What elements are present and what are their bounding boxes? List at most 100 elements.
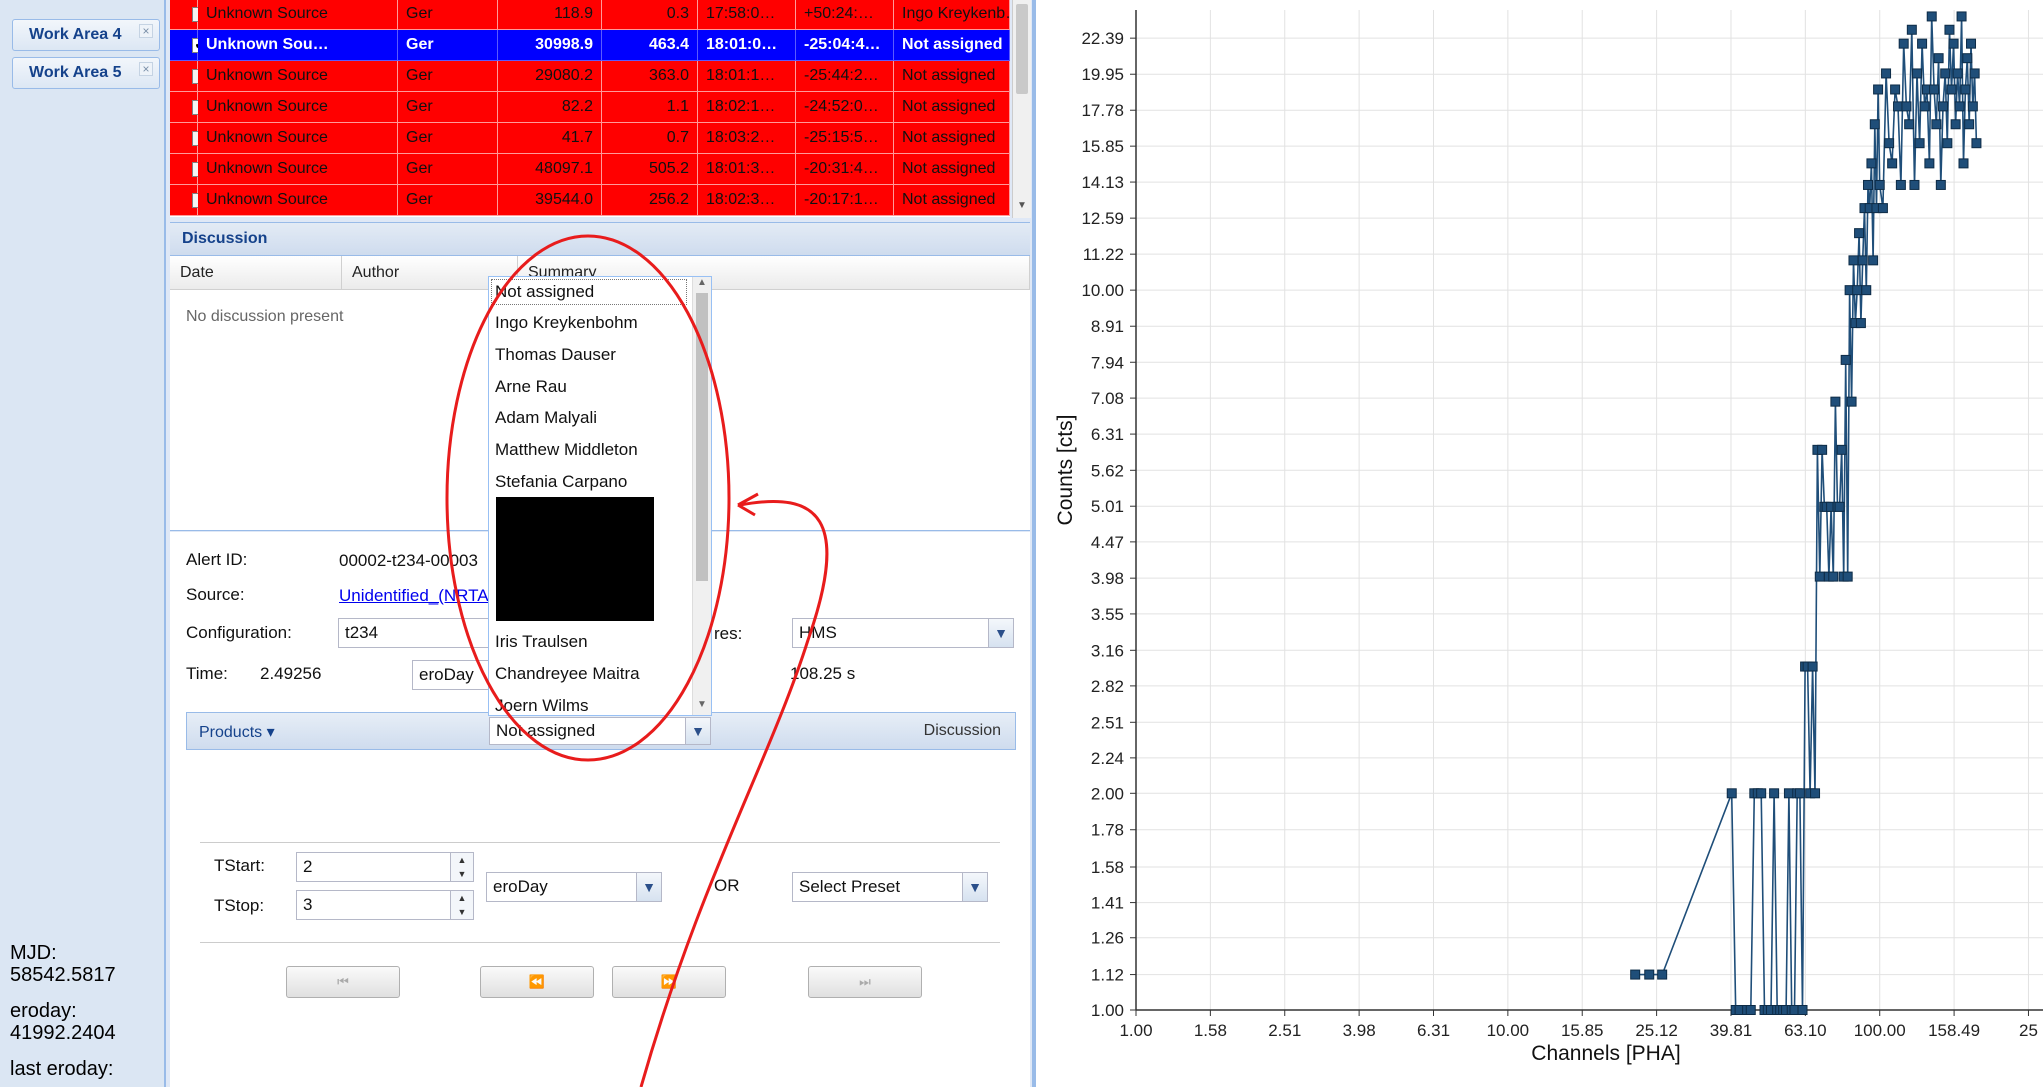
y-tick-label: 1.12 bbox=[1091, 966, 1124, 985]
y-tick-label: 15.85 bbox=[1081, 137, 1124, 156]
eroday-label: eroday: bbox=[10, 1000, 77, 1022]
first-page-button[interactable]: ⏮ bbox=[286, 966, 400, 998]
y-tick-label: 7.94 bbox=[1091, 353, 1124, 372]
work-area-4-tab[interactable]: Work Area 4 × bbox=[12, 19, 160, 51]
dropdown-option[interactable]: Matthew Middleton bbox=[495, 440, 638, 460]
assignee-cell: Not assigned bbox=[894, 92, 1010, 123]
spinner-icon[interactable]: ▲ ▼ bbox=[450, 853, 473, 881]
data-point bbox=[1797, 1005, 1808, 1015]
data-point bbox=[1935, 179, 1946, 190]
y-tick-label: 3.98 bbox=[1091, 569, 1124, 588]
data-point bbox=[1887, 158, 1898, 169]
y-tick-label: 22.39 bbox=[1081, 29, 1124, 48]
dropdown-option[interactable]: Iris Traulsen bbox=[495, 632, 588, 652]
close-icon[interactable]: × bbox=[139, 24, 153, 38]
table-row[interactable]: ✓Unknown Sou…Ger30998.9463.418:01:0…-25:… bbox=[170, 30, 1010, 61]
data-point bbox=[1942, 138, 1953, 149]
table-row[interactable]: Unknown Source Ger 29080.2 363.0 18:01:1… -25… bbox=[170, 61, 1010, 92]
y-tick-label: 3.16 bbox=[1091, 641, 1124, 660]
dropdown-option[interactable]: Joern Wilms bbox=[495, 696, 589, 715]
data-point bbox=[1958, 158, 1969, 169]
y-tick-label: 1.58 bbox=[1091, 858, 1124, 877]
next-page-button[interactable]: ⏩ bbox=[612, 966, 726, 998]
dropdown-option[interactable]: Chandreyee Maitra bbox=[495, 664, 640, 684]
spinner-icon[interactable]: ▲ ▼ bbox=[450, 891, 473, 919]
data-point bbox=[1929, 84, 1940, 95]
chevron-down-icon[interactable]: ▼ bbox=[636, 873, 661, 901]
dropdown-option[interactable]: Arne Rau bbox=[495, 377, 567, 397]
data-point bbox=[1807, 661, 1818, 672]
close-icon[interactable]: × bbox=[139, 62, 153, 76]
preset-select[interactable]: Select Preset ▼ bbox=[792, 872, 988, 902]
x-tick-label: 3.98 bbox=[1343, 1021, 1376, 1040]
y-tick-label: 12.59 bbox=[1081, 209, 1124, 228]
y-tick-label: 4.47 bbox=[1091, 533, 1124, 552]
tstart-field[interactable]: 2 ▲ ▼ bbox=[296, 852, 474, 882]
res-select[interactable]: HMS ▼ bbox=[792, 618, 1014, 648]
table-row[interactable]: Unknown Source Ger 118.9 0.3 17:58:0… +50:24:… bbox=[170, 0, 1010, 30]
error-cell: 1.1 bbox=[602, 92, 698, 123]
chevron-down-icon[interactable]: ▼ bbox=[988, 619, 1013, 647]
dec-cell: -20:17:1… bbox=[796, 185, 894, 216]
range-unit-select[interactable]: eroDay ▼ bbox=[486, 872, 662, 902]
products-menu-button[interactable]: Products ▾ bbox=[199, 722, 275, 742]
products-toolbar: Products ▾ Not assigned ▼ Discussion bbox=[186, 712, 1016, 750]
chevron-down-icon[interactable]: ▼ bbox=[962, 873, 987, 901]
table-row[interactable]: Unknown Source Ger 48097.1 505.2 18:01:3… -20… bbox=[170, 154, 1010, 185]
y-tick-label: 2.00 bbox=[1091, 784, 1124, 803]
data-point bbox=[1933, 53, 1944, 64]
column-date[interactable]: Date bbox=[170, 256, 342, 290]
dropdown-option[interactable]: Thomas Dauser bbox=[495, 345, 616, 365]
assignee-dropdown-list[interactable]: Not assigned Ingo Kreykenbohm Thomas Dau… bbox=[488, 276, 712, 716]
table-scrollbar[interactable]: ▼ bbox=[1012, 0, 1031, 218]
data-point bbox=[1971, 138, 1982, 149]
count-rate-cell: 41.7 bbox=[498, 123, 602, 154]
data-point bbox=[1769, 788, 1780, 799]
discussion-title: Discussion bbox=[182, 230, 268, 247]
source-cell: Unknown Sou… bbox=[198, 30, 398, 61]
ra-cell: 18:03:2… bbox=[698, 123, 796, 154]
res-value: HMS bbox=[799, 623, 837, 642]
x-tick-label: 10.00 bbox=[1487, 1021, 1530, 1040]
data-point bbox=[1848, 255, 1859, 266]
chevron-down-icon[interactable]: ▼ bbox=[685, 718, 710, 744]
dec-cell: -25:04:4… bbox=[796, 30, 894, 61]
y-tick-label: 17.78 bbox=[1081, 101, 1124, 120]
table-row[interactable]: Unknown Source Ger 82.2 1.1 18:02:1… -24:52:0… bbox=[170, 92, 1010, 123]
work-area-4-label: Work Area 4 bbox=[29, 26, 122, 43]
tstart-label: TStart: bbox=[214, 856, 266, 875]
source-cell: Unknown Source bbox=[198, 154, 398, 185]
spectrum-chart: 22.39 19.95 17.78 15.85 14.13 12.59 11.22 10.00… bbox=[1036, 0, 2043, 1087]
configuration-label: Configuration: bbox=[186, 623, 292, 642]
last-page-button[interactable]: ⏭ bbox=[808, 966, 922, 998]
dropdown-scrollbar[interactable]: ▲ ▼ bbox=[692, 277, 711, 715]
dropdown-option[interactable]: Ingo Kreykenbohm bbox=[495, 313, 638, 333]
data-point bbox=[1783, 788, 1794, 799]
dropdown-option[interactable]: Adam Malyali bbox=[495, 408, 597, 428]
dropdown-option[interactable]: Not assigned bbox=[491, 279, 687, 305]
table-row[interactable]: Unknown Source Ger 41.7 0.7 18:03:2… -25:15:5… bbox=[170, 123, 1010, 154]
data-point bbox=[1657, 969, 1668, 980]
previous-page-button[interactable]: ⏪ bbox=[480, 966, 594, 998]
source-cell: Unknown Source bbox=[198, 0, 398, 30]
tstop-field[interactable]: 3 ▲ ▼ bbox=[296, 890, 474, 920]
data-point bbox=[1931, 119, 1942, 130]
table-row[interactable]: Unknown Source Ger 39544.0 256.2 18:02:3… -20… bbox=[170, 185, 1010, 216]
discussion-link[interactable]: Discussion bbox=[924, 722, 1001, 740]
configuration-field[interactable]: t234 bbox=[338, 618, 498, 648]
ra-cell: 18:02:1… bbox=[698, 92, 796, 123]
y-tick-label: 19.95 bbox=[1081, 65, 1124, 84]
data-point bbox=[1861, 285, 1872, 296]
y-tick-label: 8.91 bbox=[1091, 317, 1124, 336]
data-point bbox=[1964, 119, 1975, 130]
assignee-select[interactable]: Not assigned ▼ bbox=[489, 717, 711, 745]
y-tick-label: 2.24 bbox=[1091, 749, 1124, 768]
data-point bbox=[1956, 11, 1967, 22]
data-point bbox=[1877, 203, 1888, 214]
y-tick-label: 2.82 bbox=[1091, 677, 1124, 696]
error-cell: 0.3 bbox=[602, 0, 698, 30]
source-link[interactable]: Unidentified_(NRTA bbox=[339, 586, 489, 606]
work-area-5-tab[interactable]: Work Area 5 × bbox=[12, 57, 160, 89]
dropdown-option[interactable]: Stefania Carpano bbox=[495, 472, 627, 492]
x-tick-label: 100.00 bbox=[1854, 1021, 1906, 1040]
